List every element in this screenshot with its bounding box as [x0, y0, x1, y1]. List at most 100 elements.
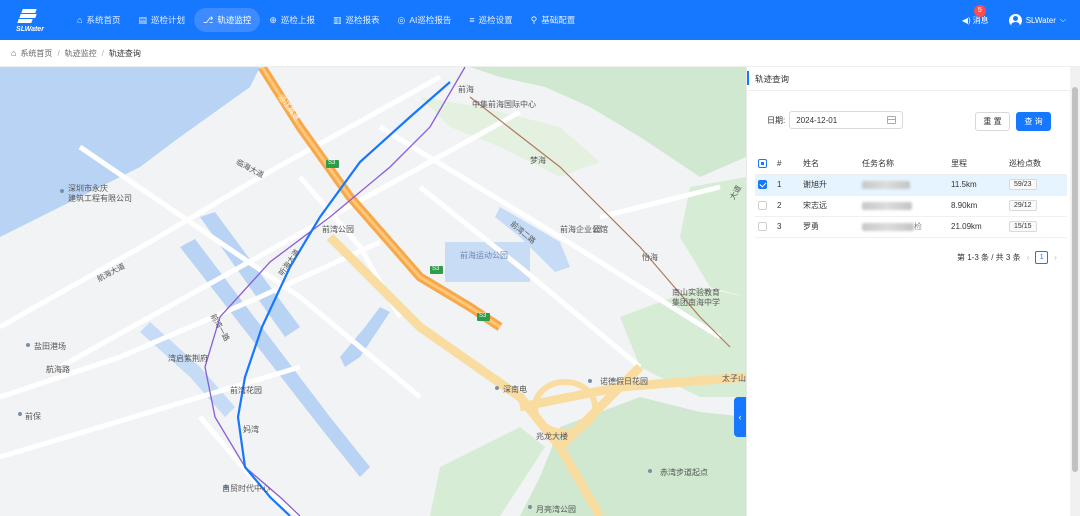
header-actions: ◀) 消息 5 SLWater ⌵ [962, 0, 1066, 40]
breadcrumb-item[interactable]: 系统首页 [20, 48, 52, 59]
date-value: 2024-12-01 [796, 115, 838, 125]
search-form: 日期: 2024-12-01 [767, 111, 904, 129]
map-label: 月亮湾公园 [536, 505, 576, 514]
table-row[interactable]: 2 宋志远 8.90km 29/12 [755, 195, 1067, 217]
upload-icon: ⊕ [269, 14, 277, 25]
task-name-tail: 检 [914, 222, 922, 231]
nav-label: 巡检上报 [280, 15, 315, 25]
map-view[interactable]: 深圳市永庆 建筑工程有限公司 前海 中集前海国际中心 梦海 前湾公园 前海运动公… [0, 67, 746, 516]
reset-button[interactable]: 重 置 [975, 112, 1010, 131]
nav-inspection-settings[interactable]: ≡ 巡检设置 [460, 8, 521, 32]
column-header: 姓名 [803, 154, 862, 175]
table-header-row: # 姓名 任务名称 里程 巡检点数 [755, 154, 1067, 175]
brand-logo[interactable]: SLWater [0, 0, 60, 40]
map-label: 梦海 [530, 156, 546, 165]
map-label: 建筑工程有限公司 [68, 194, 132, 203]
nav-track-monitor[interactable]: ⎇ 轨迹监控 [193, 8, 261, 32]
scrollbar-thumb[interactable] [1072, 87, 1078, 472]
row-checkbox[interactable] [758, 180, 767, 190]
main-nav: ⌂ 系统首页 ▤ 巡检计划 ⎇ 轨迹监控 ⊕ 巡检上报 ▥ 巡检报表 ◎ AI巡检报告 ≡ 巡… [68, 0, 584, 40]
points-tag: 29/12 [1009, 200, 1037, 211]
nav-basic-config[interactable]: ⚲ 基础配置 [522, 8, 585, 32]
prev-page-icon[interactable]: ‹ [1027, 253, 1030, 262]
next-page-icon[interactable]: › [1054, 253, 1057, 262]
row-name: 谢旭升 [803, 174, 862, 196]
calendar-icon [887, 116, 897, 124]
nav-label: 巡检计划 [150, 15, 185, 25]
map-label: 前保 [25, 412, 41, 421]
nav-label: 巡检设置 [478, 15, 513, 25]
map-label: 航海路 [46, 365, 70, 374]
column-header: 巡检点数 [1009, 154, 1067, 175]
map-label: 前湾花园 [230, 386, 262, 395]
task-name-redacted [862, 222, 914, 231]
home-icon: ⌂ [77, 15, 83, 25]
nav-label: 基础配置 [541, 15, 576, 25]
row-distance: 21.09km [951, 216, 1009, 238]
column-header: # [777, 154, 803, 175]
road-badge: S3 [479, 313, 487, 319]
map-label: 前湾公园 [322, 225, 354, 234]
nav-inspection-report-upload[interactable]: ⊕ 巡检上报 [260, 8, 324, 32]
row-checkbox[interactable] [758, 222, 767, 232]
map-label: 兆龙大楼 [536, 432, 568, 441]
pagination-summary: 第 1-3 条 / 共 3 条 [957, 253, 1021, 262]
bell-icon: ◀) [961, 15, 971, 25]
user-menu[interactable]: SLWater ⌵ [1008, 13, 1066, 27]
row-distance: 11.5km [951, 174, 1009, 196]
select-all-checkbox[interactable] [758, 159, 767, 169]
map-label: 前海 [458, 85, 474, 94]
collapse-panel-button[interactable]: ‹ [734, 397, 746, 437]
app: SLWater ⌂ 系统首页 ▤ 巡检计划 ⎇ 轨迹监控 ⊕ 巡检上报 ▥ 巡检报表 ◎ A… [0, 0, 1080, 516]
task-name-redacted [862, 201, 912, 210]
panel-title: 轨迹查询 [747, 67, 1071, 91]
nav-ai-report[interactable]: ◎ AI巡检报告 [388, 8, 460, 32]
breadcrumb-separator: / [101, 48, 104, 58]
date-label: 日期: [767, 115, 786, 125]
calendar-icon: ▤ [138, 14, 147, 25]
nav-label: 轨迹监控 [217, 15, 252, 25]
map-label: 前海运动公园 [460, 251, 508, 260]
track-query-panel: 轨迹查询 日期: 2024-12-01 重 置 查 询 # 姓名 任务名称 里程… [746, 67, 1080, 516]
breadcrumb-current: 轨迹查询 [108, 48, 141, 58]
panel-scrollbar[interactable] [1070, 67, 1080, 516]
map-label: 怡海 [642, 253, 658, 262]
logo-text: SLWater [16, 25, 44, 33]
map-label: 太子山 [722, 374, 746, 383]
nav-inspection-plan[interactable]: ▤ 巡检计划 [129, 8, 194, 32]
points-tag: 15/15 [1009, 221, 1037, 232]
road-badge: S3 [432, 266, 440, 272]
chevron-left-icon: ‹ [738, 412, 742, 422]
map-canvas [0, 67, 746, 516]
message-count-badge: 5 [973, 4, 986, 17]
map-label: 赤湾步道起点 [660, 468, 708, 477]
map-label: 集团南海中学 [672, 298, 720, 307]
row-name: 宋志远 [803, 195, 862, 217]
row-index: 3 [777, 216, 803, 238]
table-row[interactable]: 3 罗勇 检 21.09km 15/15 [755, 216, 1067, 238]
row-checkbox[interactable] [758, 201, 767, 211]
nav-home[interactable]: ⌂ 系统首页 [68, 8, 129, 32]
page-1-button[interactable]: 1 [1035, 251, 1049, 264]
query-button[interactable]: 查 询 [1016, 112, 1051, 131]
breadcrumb-item[interactable]: 轨迹监控 [65, 48, 97, 59]
config-icon: ⚲ [530, 14, 538, 25]
breadcrumb-separator: / [57, 48, 60, 58]
logo-icon [17, 8, 42, 24]
map-label: 诺德假日花园 [600, 377, 648, 386]
road-badge: S3 [328, 160, 336, 166]
row-index: 2 [777, 195, 803, 217]
map-label: 自贸时代中心 [222, 484, 270, 493]
points-tag: 59/23 [1009, 179, 1037, 190]
column-header: 里程 [951, 154, 1009, 175]
date-picker[interactable]: 2024-12-01 [789, 111, 904, 129]
table-row[interactable]: 1 谢旭升 11.5km 59/23 [755, 174, 1067, 196]
map-label: 盐田港场 [34, 342, 66, 351]
messages-button[interactable]: ◀) 消息 5 [961, 4, 989, 26]
nav-inspection-statistics[interactable]: ▥ 巡检报表 [324, 8, 389, 32]
pagination: 第 1-3 条 / 共 3 条 ‹ 1 › [957, 251, 1057, 264]
row-distance: 8.90km [951, 195, 1009, 217]
top-nav-bar: SLWater ⌂ 系统首页 ▤ 巡检计划 ⎇ 轨迹监控 ⊕ 巡检上报 ▥ 巡检报表 ◎ A… [0, 0, 1080, 40]
task-name-redacted [862, 180, 910, 189]
chevron-down-icon: ⌵ [1059, 15, 1066, 24]
